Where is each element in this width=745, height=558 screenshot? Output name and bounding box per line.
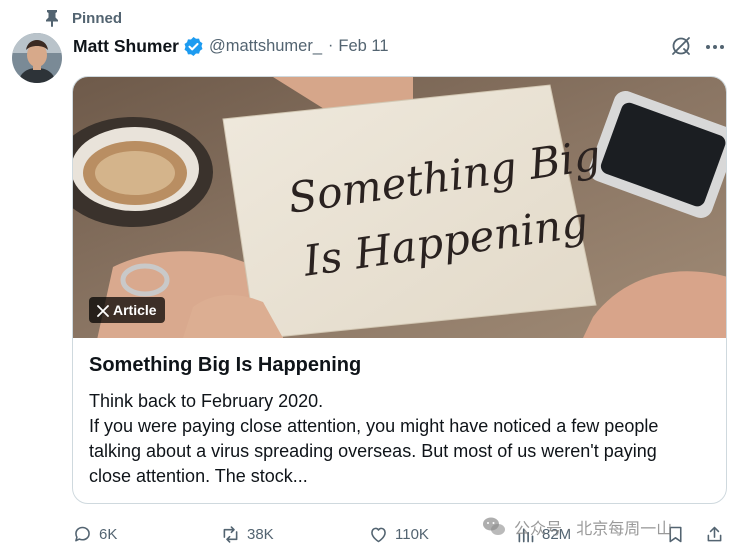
pinned-indicator: Pinned xyxy=(45,8,122,28)
article-title[interactable]: Something Big Is Happening xyxy=(89,354,361,377)
views-button[interactable]: 82M xyxy=(515,520,571,548)
separator: · xyxy=(328,37,334,54)
repost-icon xyxy=(223,525,238,543)
excerpt-line: If you were paying close attention, you … xyxy=(89,416,659,436)
pin-icon xyxy=(45,9,59,27)
excerpt-line: talking about a virus spreading overseas… xyxy=(89,441,657,461)
article-badge: Article xyxy=(89,297,165,323)
article-image[interactable]: Something Big Is Happening Article xyxy=(73,77,726,338)
more-icon[interactable] xyxy=(704,36,726,58)
share-button[interactable] xyxy=(704,520,725,548)
x-logo-icon xyxy=(97,304,109,317)
excerpt-line: Think back to February 2020. xyxy=(89,391,324,411)
grok-icon[interactable] xyxy=(670,35,692,57)
like-button[interactable]: 110K xyxy=(368,520,429,548)
author-handle[interactable]: @mattshumer_ xyxy=(209,37,322,56)
article-excerpt: Think back to February 2020. If you were… xyxy=(89,389,719,489)
post-date[interactable]: Feb 11 xyxy=(338,37,388,56)
reply-icon xyxy=(75,526,90,541)
like-icon xyxy=(371,527,386,542)
view-count: 82M xyxy=(542,525,572,543)
reply-button[interactable]: 6K xyxy=(72,520,117,548)
pinned-label: Pinned xyxy=(72,9,123,27)
author-name[interactable]: Matt Shumer xyxy=(73,36,179,57)
bookmark-button[interactable] xyxy=(665,520,686,548)
repost-button[interactable]: 38K xyxy=(220,520,274,548)
avatar[interactable] xyxy=(12,33,62,83)
reply-count: 6K xyxy=(99,525,118,543)
views-icon xyxy=(518,527,534,542)
share-icon xyxy=(707,526,722,541)
excerpt-line: close attention. The stock... xyxy=(89,466,308,486)
verified-badge-icon xyxy=(183,36,204,57)
bookmark-icon xyxy=(669,526,682,542)
article-card[interactable]: Something Big Is Happening Article Somet… xyxy=(72,76,727,504)
like-count: 110K xyxy=(395,525,429,543)
article-badge-label: Article xyxy=(113,302,157,318)
repost-count: 38K xyxy=(247,525,274,543)
action-bar: 6K 38K 110K 82M xyxy=(72,520,727,548)
tweet-header: Matt Shumer @mattshumer_ · Feb 11 xyxy=(73,34,389,58)
